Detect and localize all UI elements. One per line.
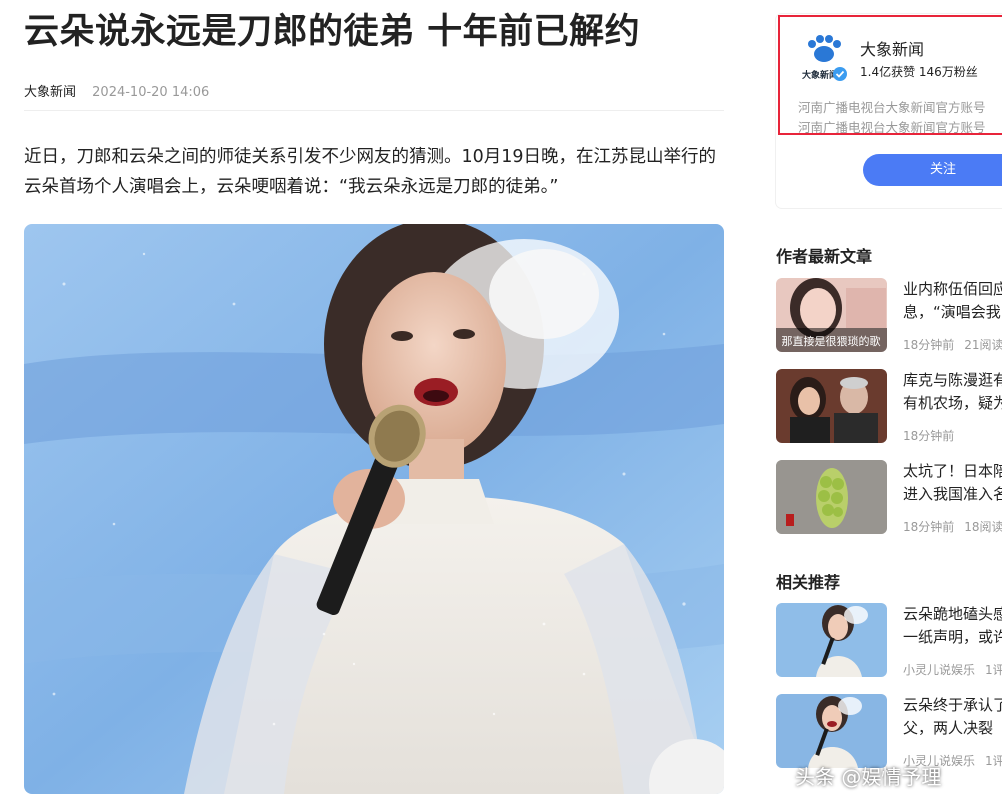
card-time: 18分钟前 <box>903 429 955 443</box>
card-time: 18分钟前 <box>903 338 955 352</box>
article-photo[interactable] <box>24 224 724 794</box>
author-stats: 1.4亿获赞 146万粉丝 <box>860 65 978 79</box>
card-reads: 21阅读 <box>964 338 1002 352</box>
article-thumbnail[interactable] <box>776 603 887 677</box>
author-description-line: 河南广播电视台大象新闻官方账号 <box>798 100 986 115</box>
card-title-line: 一纸声明，或许 <box>903 628 1002 646</box>
card-title-line: 进入我国准入名 <box>903 485 1002 503</box>
logo-text: 大象新闻 <box>802 69 838 81</box>
card-title[interactable]: 太坑了！日本陪 进入我国准入名 <box>903 460 1002 506</box>
meta-divider <box>24 110 724 111</box>
card-title[interactable]: 云朵跪地磕头感 一纸声明，或许 <box>903 603 1002 649</box>
article-date: 2024-10-20 14:06 <box>92 85 210 100</box>
article-meta: 大象新闻 2024-10-20 14:06 <box>24 81 209 100</box>
card-meta: 18分钟前 21阅读 <box>903 336 1002 353</box>
related-title: 相关推荐 <box>776 573 841 592</box>
article-thumbnail[interactable] <box>776 369 887 443</box>
author-avatar[interactable]: 大象新闻 <box>798 32 850 84</box>
card-title-line: 太坑了！日本陪 <box>903 462 1002 480</box>
card-title-line: 库克与陈漫逛有 <box>903 371 1002 389</box>
latest-articles-title: 作者最新文章 <box>776 247 873 266</box>
article-thumbnail[interactable] <box>776 694 887 768</box>
related-card[interactable]: 云朵跪地磕头感 一纸声明，或许 小灵儿说娱乐 1评论 <box>776 603 1002 679</box>
card-title-line: 有机农场，疑为 <box>903 394 1002 412</box>
card-title-line: 父，两人决裂 <box>903 719 994 737</box>
latest-article-card[interactable]: 太坑了！日本陪 进入我国准入名 18分钟前 18阅读 <box>776 460 1002 536</box>
thumb-caption: 那直接是很猥琐的歌 <box>782 334 881 348</box>
card-meta: 18分钟前 <box>903 427 954 444</box>
author-name[interactable]: 大象新闻 <box>860 36 924 60</box>
author-description: 河南广播电视台大象新闻官方账号 河南广播电视台大象新闻官方账号 <box>798 98 986 138</box>
article-lead-paragraph: 近日，刀郎和云朵之间的师徒关系引发不少网友的猜测。10月19日晚，在江苏昆山举行… <box>24 147 717 197</box>
article-headline: 云朵说永远是刀郎的徒弟 十年前已解约 <box>24 12 641 52</box>
latest-article-card[interactable]: 库克与陈漫逛有 有机农场，疑为 18分钟前 <box>776 369 1002 445</box>
card-reads: 18阅读 <box>964 520 1002 534</box>
related-card[interactable]: 云朵终于承认了 父，两人决裂 小灵儿说娱乐1评论 <box>776 694 1002 770</box>
card-title-line: 息，“演唱会我 <box>903 303 1001 321</box>
article-thumbnail[interactable]: 那直接是很猥琐的歌 <box>776 278 887 352</box>
card-title[interactable]: 云朵终于承认了 父，两人决裂 <box>903 694 1002 740</box>
card-title-line: 业内称伍佰回应 <box>903 280 1002 298</box>
article-thumbnail[interactable] <box>776 460 887 534</box>
author-description-line: 河南广播电视台大象新闻官方账号 <box>798 120 986 135</box>
follow-button[interactable]: 关注 <box>863 154 1002 186</box>
latest-article-card[interactable]: 那直接是很猥琐的歌 业内称伍佰回应 息，“演唱会我 18分钟前 21阅读 <box>776 278 1002 354</box>
card-meta: 小灵儿说娱乐 1评论 <box>903 661 1002 678</box>
card-title[interactable]: 业内称伍佰回应 息，“演唱会我 <box>903 278 1002 324</box>
card-title-line: 云朵跪地磕头感 <box>903 605 1002 623</box>
card-title[interactable]: 库克与陈漫逛有 有机农场，疑为 <box>903 369 1002 415</box>
article-source[interactable]: 大象新闻 <box>24 85 76 100</box>
card-source[interactable]: 小灵儿说娱乐 <box>903 663 975 677</box>
card-comments: 1评论 <box>985 663 1002 677</box>
card-title-line: 云朵终于承认了 <box>903 696 1002 714</box>
card-meta: 18分钟前 18阅读 <box>903 518 1002 535</box>
card-comments: 1评论 <box>985 754 1002 768</box>
card-time: 18分钟前 <box>903 520 955 534</box>
